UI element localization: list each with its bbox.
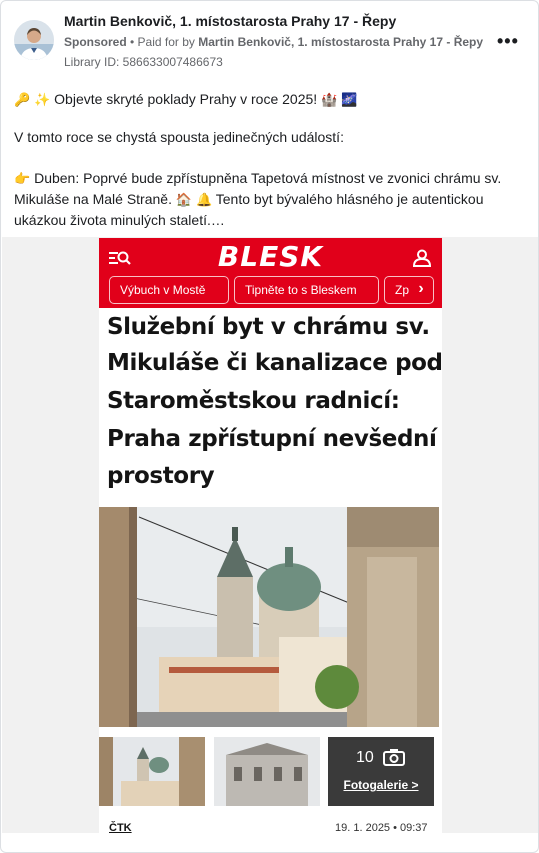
- body-text-1: Objevte skryté poklady Prahy v roce 2025…: [54, 91, 318, 107]
- avatar[interactable]: [14, 20, 54, 60]
- blesk-header: BLESK Výbuch v Mostě Tipněte to s Bleske…: [99, 238, 442, 308]
- body-text-3: Duben: Poprvé bude zpřístupněna Tapetová…: [34, 170, 502, 186]
- pointing-hand-emoji: 👉: [14, 172, 31, 187]
- photo-gallery-button[interactable]: 10 Fotogalerie >: [328, 737, 434, 806]
- headline-line-5: prostory: [107, 463, 215, 489]
- sparkles-emoji: ✨: [34, 93, 51, 108]
- body-line-2: V tomto roce se chystá spousta jedinečný…: [14, 129, 344, 145]
- pill-tipnete[interactable]: Tipněte to s Bleskem: [234, 276, 379, 304]
- sponsored-meta: Sponsored • Paid for by Martin Benkovič,…: [64, 35, 483, 49]
- body-line-4: Mikuláše na Malé Straně. 🏠 🔔 Tento byt b…: [14, 191, 484, 208]
- thumbnail-2[interactable]: [214, 737, 320, 806]
- thumbnail-1[interactable]: [99, 737, 205, 806]
- pill-scroll-arrow-icon[interactable]: ›: [405, 276, 437, 304]
- headline-line-4: Praha zpřístupní nevšední: [107, 426, 437, 452]
- headline-line-2: Mikuláše či kanalizace pod: [107, 350, 442, 376]
- more-dots-icon[interactable]: •••: [497, 31, 519, 52]
- body-line-1: 🔑 ✨ Objevte skryté poklady Prahy v roce …: [14, 91, 357, 108]
- night-sky-emoji: 🌌: [341, 93, 358, 108]
- camera-icon: [383, 749, 405, 766]
- author-name[interactable]: Martin Benkovič, 1. místostarosta Prahy …: [64, 13, 396, 29]
- user-icon: [412, 249, 432, 267]
- library-id: Library ID: 586633007486673: [64, 55, 223, 69]
- house-emoji: 🏠: [175, 193, 193, 208]
- gallery-count: 10: [356, 749, 374, 766]
- headline-line-3: Staroměstskou radnicí:: [107, 388, 400, 414]
- sponsored-label: Sponsored: [64, 35, 127, 49]
- body-line-5: ukázkou života minulých staletí.…: [14, 212, 225, 228]
- body-text-4a: Mikuláše na Malé Straně.: [14, 191, 172, 207]
- blesk-logo: BLESK: [217, 240, 324, 273]
- article-source[interactable]: ČTK: [109, 822, 132, 833]
- church-photo[interactable]: [99, 507, 439, 727]
- paid-for-prefix: • Paid for by: [130, 35, 195, 49]
- gallery-link[interactable]: Fotogalerie >: [328, 778, 434, 792]
- headline-line-1: Služební byt v chrámu sv.: [107, 314, 430, 340]
- article-date: 19. 1. 2025 • 09:37: [335, 822, 428, 833]
- paid-for-by[interactable]: Martin Benkovič, 1. místostarosta Prahy …: [198, 35, 483, 49]
- ad-card: Martin Benkovič, 1. místostarosta Prahy …: [0, 0, 539, 853]
- article-screenshot[interactable]: BLESK Výbuch v Mostě Tipněte to s Bleske…: [99, 238, 442, 833]
- pill-vybuch[interactable]: Výbuch v Mostě: [109, 276, 229, 304]
- bell-emoji: 🔔: [195, 193, 213, 208]
- body-line-3: 👉 Duben: Poprvé bude zpřístupněna Tapeto…: [14, 170, 501, 187]
- key-emoji: 🔑: [14, 93, 31, 108]
- castle-emoji: 🏰: [321, 93, 338, 108]
- body-text-4b: Tento byt bývalého hlásného je autentick…: [215, 191, 484, 207]
